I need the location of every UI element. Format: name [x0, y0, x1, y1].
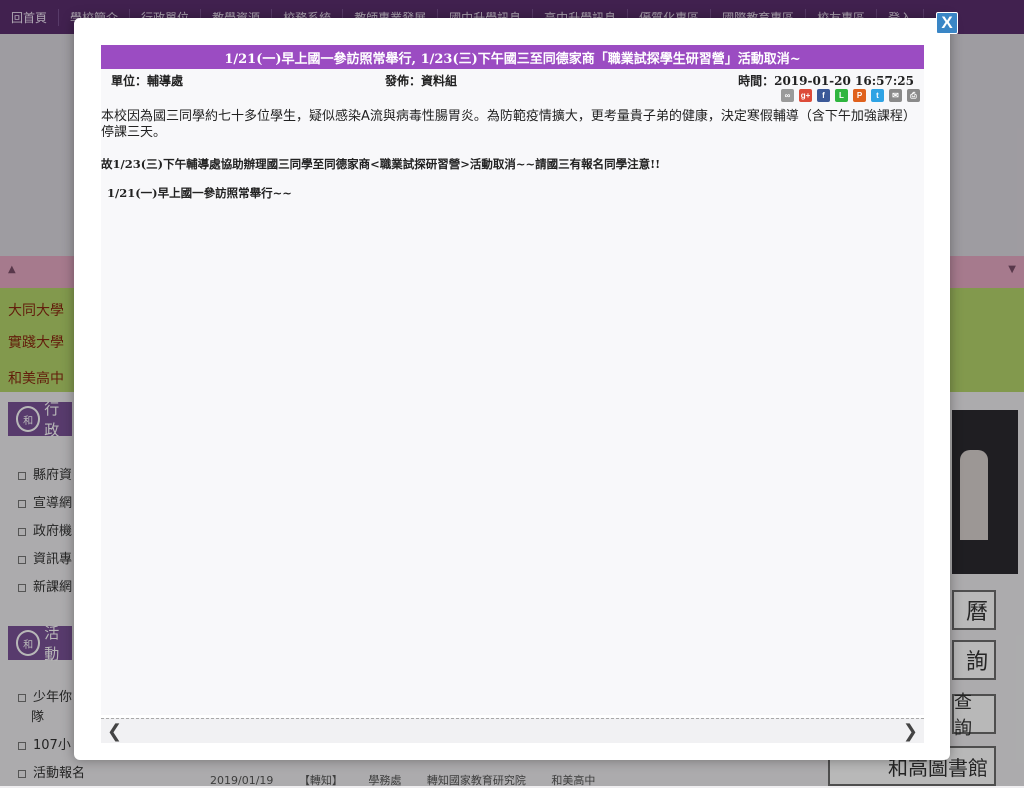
announcement-title: 1/21(一)早上國一參訪照常舉行, 1/23(三)下午國三至同德家商「職業試探…	[101, 45, 924, 69]
announcement-paragraph: 本校因為國三同學約七十多位學生，疑似感染A流與病毒性腸胃炎。為防範疫情擴大，更考…	[101, 109, 916, 140]
facebook-icon[interactable]: f	[817, 89, 830, 102]
email-icon[interactable]: ✉	[889, 89, 902, 102]
link-icon[interactable]: ∞	[781, 89, 794, 102]
share-toolbar: ∞ g+ f L P t ✉ ⎙	[781, 89, 920, 102]
meta-row: 單位：輔導處 發佈：資料組 時間：2019-01-20 16:57:25	[101, 69, 924, 89]
announcement-modal: 1/21(一)早上國一參訪照常舉行, 1/23(三)下午國三至同德家商「職業試探…	[74, 18, 950, 760]
previous-arrow-icon[interactable]: ❮	[107, 721, 122, 742]
time-label: 時間：2019-01-20 16:57:25	[738, 74, 914, 88]
pager: ❮ ❯	[101, 718, 924, 743]
print-icon[interactable]: ⎙	[907, 89, 920, 102]
close-button[interactable]: X	[936, 12, 958, 34]
unit-label: 單位：輔導處	[111, 74, 184, 88]
cancellation-notice: 故1/23(三)下午輔導處協助辦理國三同學至同德家商<職業試探研習營>活動取消~…	[101, 157, 661, 171]
twitter-icon[interactable]: t	[871, 89, 884, 102]
google-plus-icon[interactable]: g+	[799, 89, 812, 102]
publisher-label: 發佈：資料組	[385, 74, 458, 88]
line-icon[interactable]: L	[835, 89, 848, 102]
plurk-icon[interactable]: P	[853, 89, 866, 102]
visit-notice: 1/21(一)早上國一參訪照常舉行~~	[107, 186, 292, 200]
next-arrow-icon[interactable]: ❯	[903, 721, 918, 742]
modal-content: 1/21(一)早上國一參訪照常舉行, 1/23(三)下午國三至同德家商「職業試探…	[101, 45, 924, 743]
